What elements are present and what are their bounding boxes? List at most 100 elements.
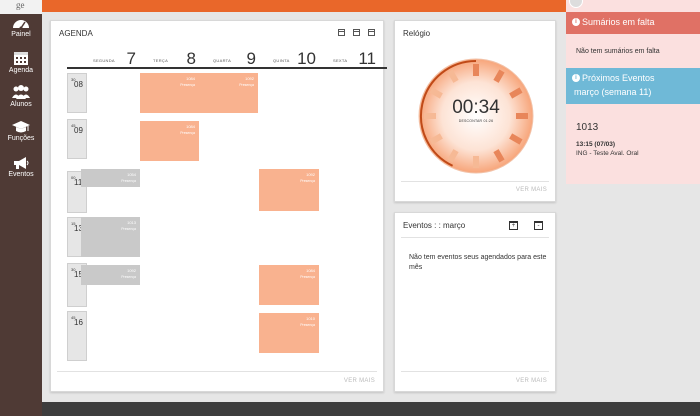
day-number: 11 bbox=[358, 49, 376, 68]
proximos-header[interactable]: i Próximos Eventos março (semana 11) bbox=[566, 68, 700, 104]
panel-divider bbox=[57, 371, 377, 372]
agenda-event[interactable]: 1092 Presença bbox=[81, 265, 140, 285]
events-panel: Eventos : : março + - Não tem eventos se… bbox=[394, 212, 556, 392]
nav-label: Painel bbox=[11, 31, 31, 38]
calendar-prev-icon[interactable]: + bbox=[509, 221, 518, 230]
event-type: Presença bbox=[121, 179, 136, 183]
event-type: Presença bbox=[121, 227, 136, 231]
calendar-icon bbox=[14, 52, 28, 65]
nav-label: Eventos bbox=[8, 171, 34, 178]
hour-slot: 09 45 bbox=[67, 119, 87, 159]
agenda-panel: AGENDA SEGUNDA 7 TERÇA 8 QUARTA 9 QUINTA… bbox=[50, 20, 387, 392]
event-code: 1013 bbox=[127, 220, 136, 225]
sumarios-empty: Não tem sumários em falta bbox=[576, 48, 660, 55]
event-type: Presença bbox=[121, 275, 136, 279]
nav-alunos[interactable]: Alunos bbox=[0, 84, 42, 108]
agenda-event[interactable]: 1084 Presença bbox=[259, 265, 319, 305]
info-icon: i bbox=[572, 18, 580, 26]
nav-funcoes[interactable]: Funções bbox=[0, 120, 42, 142]
upcoming-event-time: 13:15 (07/03) bbox=[576, 141, 616, 148]
panel-divider bbox=[401, 371, 549, 372]
event-type: Presença bbox=[180, 83, 195, 87]
students-icon bbox=[12, 85, 30, 99]
event-code: 1084 bbox=[306, 268, 315, 273]
day-name: TERÇA bbox=[153, 58, 169, 63]
clock-time: 00:34 bbox=[452, 97, 500, 118]
day-name: SEGUNDA bbox=[93, 58, 115, 63]
sidebar: Painel Agenda Alunos Funções Eventos bbox=[0, 12, 42, 416]
megaphone-icon bbox=[14, 157, 29, 169]
hour-label: 08 bbox=[74, 80, 83, 89]
calendar-next-icon[interactable]: - bbox=[534, 221, 543, 230]
header-divider bbox=[67, 67, 387, 69]
agenda-view-controls bbox=[338, 29, 375, 36]
clock-panel: Relógio 00:34 DESCONTAR 01:26 VER MAIS bbox=[394, 20, 556, 202]
agenda-event[interactable]: 1084 Presença bbox=[140, 73, 199, 113]
nav-label: Alunos bbox=[10, 101, 32, 108]
hour-slot: 08 30 bbox=[67, 73, 87, 113]
event-code: 1092 bbox=[245, 76, 254, 81]
events-ver-mais-link[interactable]: VER MAIS bbox=[516, 378, 547, 384]
event-type: Presença bbox=[180, 131, 195, 135]
hour-label: 09 bbox=[74, 126, 83, 135]
agenda-event[interactable]: 1013 Presença bbox=[81, 217, 140, 257]
agenda-event[interactable]: 1092 Presença bbox=[199, 73, 258, 113]
nav-eventos[interactable]: Eventos bbox=[0, 156, 42, 178]
nav-painel[interactable]: Painel bbox=[0, 16, 42, 38]
clock-ver-mais-link[interactable]: VER MAIS bbox=[516, 187, 547, 193]
event-code: 1084 bbox=[186, 76, 195, 81]
right-column: i Sumários em falta Não tem sumários em … bbox=[566, 0, 700, 184]
agenda-ver-mais-link[interactable]: VER MAIS bbox=[344, 378, 375, 384]
no-events-message: Não tem eventos seus agendados para este… bbox=[409, 254, 547, 271]
day-number: 7 bbox=[126, 49, 136, 68]
day-header-friday: SEXTA 11 bbox=[319, 47, 379, 68]
day-number: 9 bbox=[246, 49, 256, 68]
clock-title: Relógio bbox=[403, 29, 431, 38]
proximos-title-line1: Próximos Eventos bbox=[582, 73, 655, 83]
event-code: 1010 bbox=[306, 316, 315, 321]
nav-label: Agenda bbox=[8, 67, 34, 74]
event-type: Presença bbox=[300, 179, 315, 183]
clock-subtitle: DESCONTAR 01:26 bbox=[458, 119, 494, 123]
hour-label: 16 bbox=[74, 318, 83, 327]
day-header-monday: SEGUNDA 7 bbox=[79, 47, 139, 68]
event-type: Presença bbox=[300, 323, 315, 327]
event-code: 1054 bbox=[127, 172, 136, 177]
events-nav-controls: + - bbox=[509, 221, 543, 230]
day-name: QUARTA bbox=[213, 58, 232, 63]
agenda-event[interactable]: 1084 Presença bbox=[140, 121, 199, 161]
panel-divider bbox=[401, 181, 549, 182]
event-code: 1084 bbox=[186, 124, 195, 129]
info-icon: i bbox=[572, 74, 580, 82]
graduation-cap-icon bbox=[12, 121, 30, 133]
event-code: 1092 bbox=[127, 268, 136, 273]
upcoming-event-desc: ING - Teste Aval. Oral bbox=[576, 150, 639, 157]
nav-agenda[interactable]: Agenda bbox=[0, 50, 42, 74]
calendar-month-icon[interactable] bbox=[368, 29, 375, 36]
event-type: Presença bbox=[300, 275, 315, 279]
footer-bar bbox=[42, 402, 700, 416]
day-number: 10 bbox=[297, 49, 316, 68]
agenda-event[interactable]: 1092 Presença bbox=[259, 169, 319, 211]
events-title: Eventos : : março bbox=[403, 221, 466, 230]
panel-divider bbox=[401, 237, 549, 238]
upcoming-event-code[interactable]: 1013 bbox=[576, 122, 598, 133]
event-type: Presença bbox=[239, 83, 254, 87]
dashboard-icon bbox=[13, 20, 29, 30]
day-name: QUINTA bbox=[273, 58, 290, 63]
day-number: 8 bbox=[186, 49, 196, 68]
nav-label: Funções bbox=[7, 135, 35, 142]
agenda-event[interactable]: 1054 Presença bbox=[81, 169, 140, 187]
calendar-week-icon[interactable] bbox=[353, 29, 360, 36]
event-code: 1092 bbox=[306, 172, 315, 177]
agenda-event[interactable]: 1010 Presença bbox=[259, 313, 319, 353]
day-header-thursday: QUINTA 10 bbox=[259, 47, 319, 68]
day-name: SEXTA bbox=[333, 58, 348, 63]
calendar-day-icon[interactable] bbox=[338, 29, 345, 36]
day-header-tuesday: TERÇA 8 bbox=[139, 47, 199, 68]
day-header-wednesday: QUARTA 9 bbox=[199, 47, 259, 68]
app-logo[interactable]: ge bbox=[0, 0, 42, 14]
proximos-title-line2: março (semana 11) bbox=[574, 87, 652, 97]
sumarios-header[interactable]: i Sumários em falta bbox=[566, 12, 700, 34]
hour-slot: 16 45 bbox=[67, 311, 87, 361]
